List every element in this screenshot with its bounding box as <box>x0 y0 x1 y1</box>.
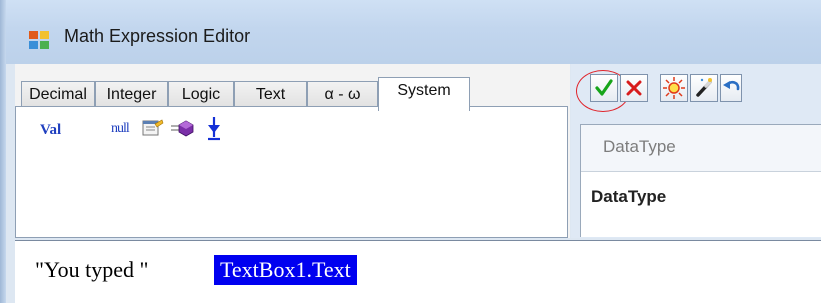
app-window-icon <box>29 31 49 49</box>
undo-icon <box>723 80 740 91</box>
method-icon[interactable] <box>170 119 196 137</box>
arrow-down-icon[interactable] <box>206 116 222 142</box>
val-item[interactable]: Val <box>40 122 61 139</box>
title-bar: Math Expression Editor <box>0 0 821 303</box>
cancel-button[interactable] <box>620 74 648 102</box>
null-item[interactable]: null <box>111 121 130 137</box>
expression-selection: TextBox1.Text <box>214 255 357 285</box>
properties-panel: DataType DataType <box>571 64 821 238</box>
expression-literal: "You typed " <box>35 257 149 282</box>
magic-wand-button[interactable] <box>690 74 718 102</box>
system-tab-content: Val null <box>15 106 568 238</box>
tab-logic[interactable]: Logic <box>168 81 234 108</box>
tab-strip: Decimal Integer Logic Text α - ω System <box>15 72 570 111</box>
tab-text[interactable]: Text <box>234 81 307 108</box>
grid-header-label: DataType <box>603 137 676 156</box>
expression-input[interactable]: "You typed " TextBox1.Text <box>15 240 821 303</box>
cancel-x-icon <box>626 80 642 96</box>
grid-row-label: DataType <box>591 187 667 206</box>
undo-button[interactable] <box>720 74 742 102</box>
magic-wand-icon <box>696 78 712 97</box>
math-expression-editor-window: Math Expression Editor Decimal Integer L… <box>0 0 821 303</box>
tab-decimal[interactable]: Decimal <box>21 81 95 108</box>
grid-header: DataType <box>581 125 821 172</box>
properties-icon[interactable] <box>142 118 164 138</box>
ok-button[interactable] <box>590 74 618 102</box>
function-palette: Decimal Integer Logic Text α - ω System … <box>15 64 570 238</box>
window-title: Math Expression Editor <box>64 26 251 46</box>
tab-alpha-omega[interactable]: α - ω <box>307 81 378 108</box>
sun-icon <box>663 77 685 99</box>
tab-integer[interactable]: Integer <box>95 81 168 108</box>
datatype-grid: DataType DataType <box>580 124 821 237</box>
sun-button[interactable] <box>660 74 688 102</box>
ok-check-icon <box>595 79 613 96</box>
tab-system[interactable]: System <box>378 77 470 111</box>
